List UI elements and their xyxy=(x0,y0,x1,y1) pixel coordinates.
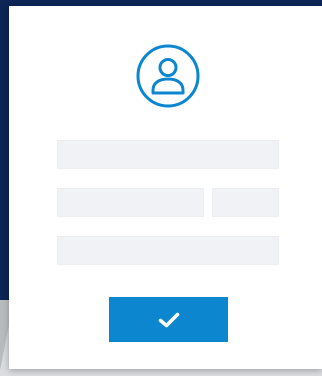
screen xyxy=(0,0,322,376)
form-field-3[interactable] xyxy=(212,188,279,217)
form-field-1[interactable] xyxy=(57,140,279,169)
form-field-4[interactable] xyxy=(57,236,279,265)
form-field-2[interactable] xyxy=(57,188,204,217)
user-circle-icon xyxy=(135,43,201,109)
login-card xyxy=(9,6,322,369)
submit-button[interactable] xyxy=(109,297,228,342)
checkmark-icon xyxy=(158,312,180,328)
